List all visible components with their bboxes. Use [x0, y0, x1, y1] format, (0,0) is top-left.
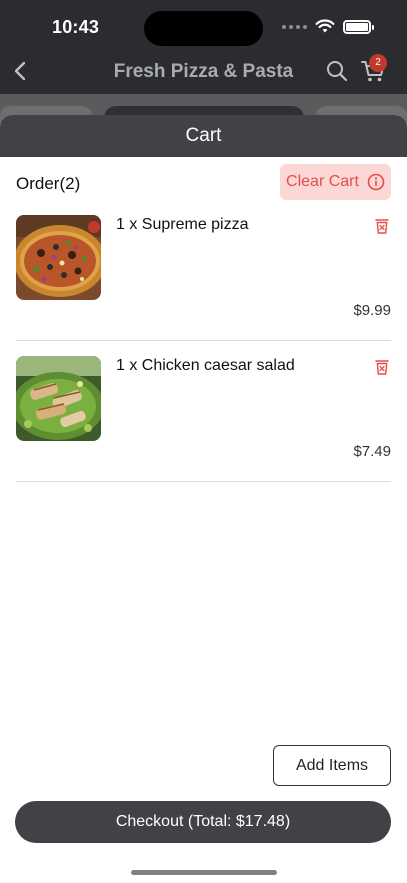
- search-icon[interactable]: [325, 59, 349, 83]
- item-name: 1 x Supreme pizza: [116, 216, 249, 233]
- trash-icon[interactable]: [373, 358, 391, 376]
- status-time: 10:43: [52, 17, 100, 37]
- trash-icon[interactable]: [373, 217, 391, 235]
- clear-cart-button[interactable]: Clear Cart: [280, 164, 391, 200]
- info-icon: [367, 173, 385, 191]
- cart-sheet: Cart Order(2) Clear Cart 1 x Supreme piz…: [0, 115, 407, 883]
- sheet-title: Cart: [0, 115, 407, 157]
- order-title: Order(2): [16, 174, 81, 193]
- clear-cart-label: Clear Cart: [286, 173, 359, 190]
- chicken-caesar-salad-image: [16, 356, 101, 441]
- divider: [16, 340, 391, 341]
- checkout-button[interactable]: Checkout (Total: $17.48): [15, 801, 391, 843]
- battery-icon: [343, 19, 374, 34]
- item-price: $9.99: [353, 302, 391, 319]
- home-indicator: [131, 870, 277, 875]
- status-and-app-bar: 10:43 Fresh Pizza & Pasta 2: [0, 0, 407, 94]
- dynamic-island: [144, 11, 263, 46]
- status-icons: [282, 19, 374, 34]
- item-price: $7.49: [353, 443, 391, 460]
- app-header: Fresh Pizza & Pasta 2: [0, 50, 407, 94]
- divider: [16, 481, 391, 482]
- item-name: 1 x Chicken caesar salad: [116, 357, 295, 374]
- wifi-icon: [315, 19, 335, 33]
- cart-count-badge: 2: [369, 54, 387, 72]
- supreme-pizza-image: [16, 215, 101, 300]
- signal-icon: [282, 24, 307, 29]
- add-items-button[interactable]: Add Items: [273, 745, 391, 786]
